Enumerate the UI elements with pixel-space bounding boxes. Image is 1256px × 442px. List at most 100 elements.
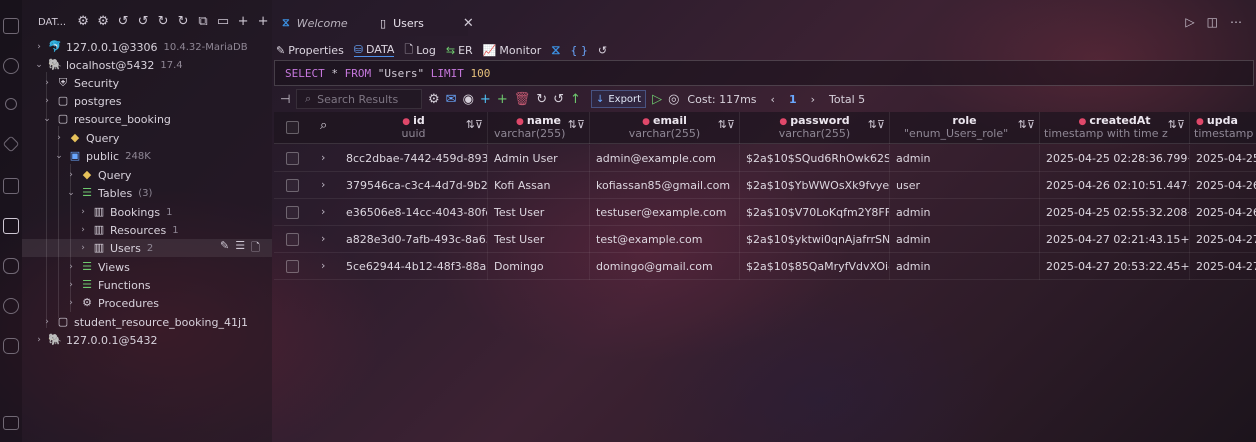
tree-item-functions[interactable]: › ☰ Functions — [22, 276, 272, 294]
cell-name[interactable]: Domingo — [488, 253, 590, 280]
tree-item-views[interactable]: › ☰ Views — [22, 258, 272, 276]
subtab-properties[interactable]: ✎ Properties — [276, 44, 344, 57]
cell-password[interactable]: $2a$10$V70LoKqfm2Y8FF5 — [740, 199, 890, 226]
cell-role[interactable]: admin — [890, 199, 1040, 226]
undo-icon[interactable]: ↺ — [553, 92, 564, 107]
add-connection-icon[interactable]: + — [256, 15, 270, 29]
cell-email[interactable]: kofiassan85@gmail.com — [590, 172, 740, 199]
column-header-email[interactable]: ● email varchar(255) ⇅⊽ — [590, 112, 740, 144]
database-icon[interactable] — [3, 258, 19, 274]
cell-email[interactable]: domingo@gmail.com — [590, 253, 740, 280]
sort-filter-icon[interactable]: ⇅⊽ — [868, 118, 885, 131]
sort-filter-icon[interactable]: ⇅⊽ — [1018, 118, 1035, 131]
add-row-icon[interactable]: + — [497, 92, 508, 107]
settings-icon[interactable]: ⚙ — [76, 15, 90, 29]
cell-updatedat[interactable]: 2025-04-26 — [1190, 199, 1256, 226]
cell-role[interactable]: admin — [890, 253, 1040, 280]
edit-icon[interactable]: ✎ — [220, 239, 229, 258]
tree-item-connection-5432[interactable]: › 🐘 127.0.0.1@5432 — [22, 331, 272, 349]
tree-item-query[interactable]: › ◆ Query — [22, 166, 272, 184]
cell-updatedat[interactable]: 2025-04-26 — [1190, 172, 1256, 199]
eye-icon[interactable]: ◎ — [668, 92, 679, 107]
mail-icon[interactable]: ✉ — [446, 92, 457, 107]
cell-createdat[interactable]: 2025-04-26 02:10:51.447+0 — [1040, 172, 1190, 199]
table-row[interactable]: › e36506e8-14cc-4043-80fc-7 Test User te… — [274, 199, 1256, 226]
subtab-log[interactable]: 🗋 Log — [404, 41, 436, 60]
column-header-updatedat[interactable]: ●upda timestamp w — [1190, 112, 1256, 144]
play-icon[interactable]: ▷ — [652, 92, 662, 107]
prev-page-icon[interactable]: ‹ — [771, 93, 775, 106]
row-checkbox[interactable] — [286, 179, 299, 192]
delete-icon[interactable]: 🗑 — [514, 92, 531, 107]
refresh-icon[interactable]: ↻ — [536, 92, 547, 107]
add-column-icon[interactable]: + — [480, 92, 491, 107]
cell-name[interactable]: Test User — [488, 199, 590, 226]
tree-item-student-resource-booking[interactable]: › ▢ student_resource_booking_41j1 — [22, 313, 272, 331]
cell-role[interactable]: admin — [890, 145, 1040, 172]
cell-password[interactable]: $2a$10$yktwi0qnAjafrrSNk — [740, 226, 890, 253]
cell-password[interactable]: $2a$10$SQud6RhOwk62SjI — [740, 145, 890, 172]
cell-id[interactable]: a828e3d0-7afb-493c-8a63- — [340, 226, 488, 253]
list-icon[interactable]: ☰ — [235, 239, 245, 258]
collapse-icon[interactable]: ▭ — [216, 15, 230, 29]
table-row[interactable]: › 5ce62944-4b12-48f3-88a9- Domingo domin… — [274, 253, 1256, 280]
cell-role[interactable]: user — [890, 172, 1040, 199]
row-checkbox[interactable] — [286, 260, 299, 273]
column-header-name[interactable]: ● name varchar(255) ⇅⊽ — [488, 112, 590, 144]
cell-password[interactable]: $2a$10$85QaMryfVdvXOi4. — [740, 253, 890, 280]
search-icon[interactable]: ⌕ — [320, 118, 327, 133]
sort-filter-icon[interactable]: ⇅⊽ — [1168, 118, 1185, 131]
search-results-input[interactable]: ⌕ Search Results — [296, 89, 422, 109]
cell-name[interactable]: Kofi Assan — [488, 172, 590, 199]
tree-item-query[interactable]: › ◆ Query — [22, 129, 272, 147]
subtab-er[interactable]: ⇆ ER — [446, 44, 473, 57]
remote-icon[interactable] — [3, 178, 19, 194]
tree-item-connection-localhost[interactable]: ⌄ 🐘 localhost@5432 17.4 — [22, 56, 272, 74]
close-icon[interactable]: ✕ — [463, 16, 474, 31]
json-view[interactable]: { } — [570, 44, 588, 57]
cell-createdat[interactable]: 2025-04-25 02:55:32.208+0 — [1040, 199, 1190, 226]
refresh-icon[interactable]: ↻ — [156, 15, 170, 29]
storage-icon[interactable] — [3, 416, 19, 430]
cell-createdat[interactable]: 2025-04-27 20:53:22.45+00 — [1040, 253, 1190, 280]
split-editor-icon[interactable]: ◫ — [1207, 15, 1218, 29]
refresh-all-icon[interactable]: ↻ — [176, 15, 190, 29]
extensions-icon[interactable] — [3, 218, 19, 234]
cell-createdat[interactable]: 2025-04-25 02:28:36.799+0 — [1040, 145, 1190, 172]
chevron-right-icon[interactable]: › — [321, 205, 325, 218]
cell-createdat[interactable]: 2025-04-27 02:21:43.15+00 — [1040, 226, 1190, 253]
sort-filter-icon[interactable]: ⇅⊽ — [568, 118, 585, 131]
tab-welcome[interactable]: ⧖ Welcome — [272, 10, 368, 36]
tree-item-security[interactable]: › ⛨ Security — [22, 74, 272, 92]
cell-updatedat[interactable]: 2025-04-27 — [1190, 253, 1256, 280]
tree-item-table-users[interactable]: › ▥ Users 2 ✎ ☰ 🗋 — [22, 239, 272, 257]
chevron-right-icon[interactable]: › — [321, 232, 325, 245]
chevron-right-icon[interactable]: › — [321, 178, 325, 191]
pin-icon[interactable]: ⊣ — [280, 92, 290, 106]
cell-email[interactable]: testuser@example.com — [590, 199, 740, 226]
cell-updatedat[interactable]: 2025-04-27 — [1190, 226, 1256, 253]
sql-editor[interactable]: SELECT * FROM "Users" LIMIT 100 — [274, 60, 1254, 86]
table-row[interactable]: › a828e3d0-7afb-493c-8a63- Test User tes… — [274, 226, 1256, 253]
sort-filter-icon[interactable]: ⇅⊽ — [466, 118, 483, 131]
history-icon[interactable]: ↺ — [116, 15, 130, 29]
run-debug-icon[interactable] — [2, 135, 20, 153]
tree-item-public-schema[interactable]: ⌄ ▣ public 248K — [22, 147, 272, 165]
row-checkbox[interactable] — [286, 152, 299, 165]
tree-item-connection-mariadb[interactable]: › 🐬 127.0.0.1@3306 10.4.32-MariaDB — [22, 38, 272, 56]
python-icon[interactable] — [3, 338, 19, 354]
chevron-right-icon[interactable]: › — [321, 151, 325, 164]
cell-password[interactable]: $2a$10$YbWWOsXk9fvyeFS — [740, 172, 890, 199]
sort-filter-icon[interactable]: ⇅⊽ — [718, 118, 735, 131]
copy-icon[interactable]: ⧉ — [196, 15, 210, 29]
cell-email[interactable]: test@example.com — [590, 226, 740, 253]
cell-name[interactable]: Admin User — [488, 145, 590, 172]
history-alt-icon[interactable]: ↺ — [136, 15, 150, 29]
page-number[interactable]: 1 — [789, 93, 797, 106]
export-button[interactable]: ↓ Export — [590, 90, 647, 108]
column-header-role[interactable]: role "enum_Users_role" ⇅⊽ — [890, 112, 1040, 144]
select-all-checkbox[interactable] — [286, 121, 299, 134]
cell-id[interactable]: 5ce62944-4b12-48f3-88a9- — [340, 253, 488, 280]
tree-item-postgres[interactable]: › ▢ postgres — [22, 92, 272, 110]
file-icon[interactable]: 🗋 — [251, 239, 260, 258]
